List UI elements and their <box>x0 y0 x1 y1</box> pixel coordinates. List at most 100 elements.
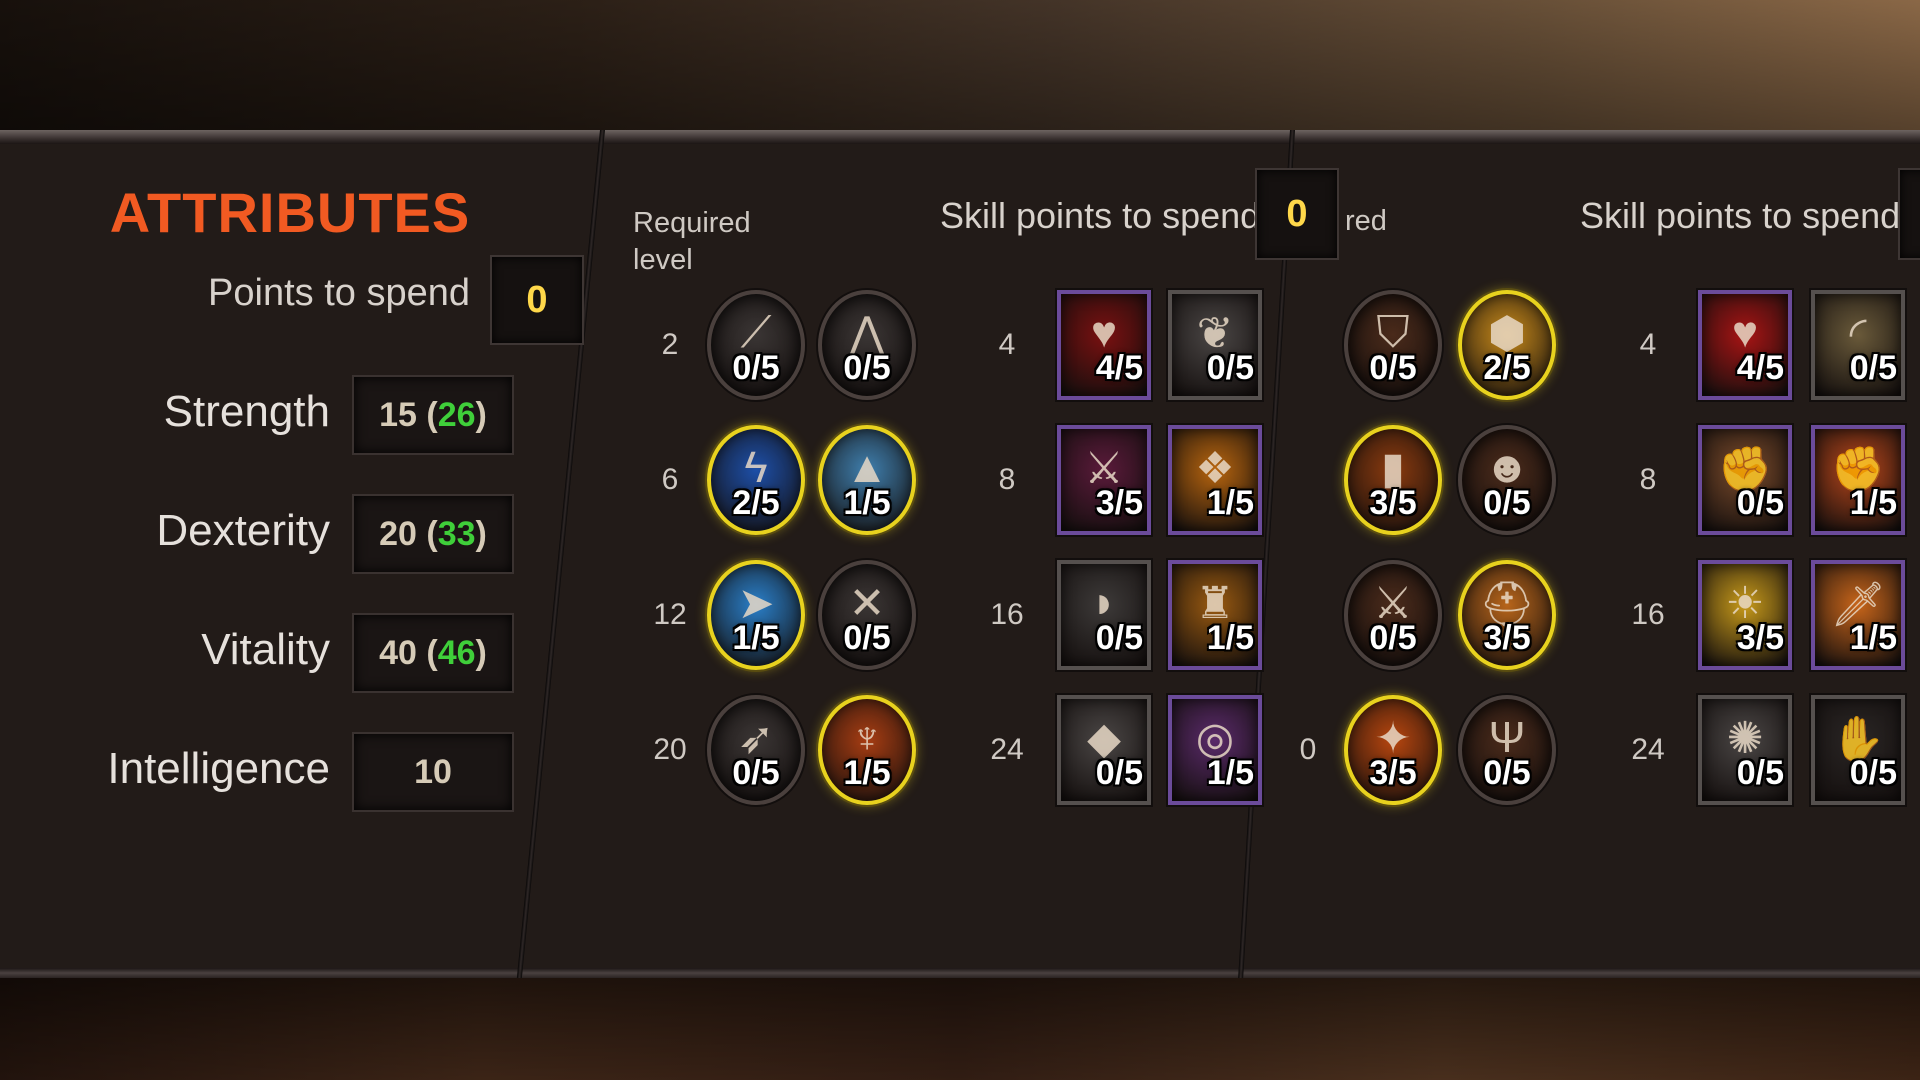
shield-skill-slot[interactable]: ⛉ 0/5 <box>1344 290 1442 400</box>
skill-rank: 2/5 <box>732 484 780 522</box>
attribute-row-dexterity[interactable]: Dexterity 20 (33) <box>40 494 514 574</box>
skill-rank: 1/5 <box>732 619 780 657</box>
paw-skill-slot[interactable]: ❖ 1/5 <box>1168 425 1262 535</box>
attribute-bonus: 46 <box>437 633 476 672</box>
skill-rank: 0/5 <box>843 619 891 657</box>
attribute-bonus: 33 <box>437 514 476 553</box>
attribute-name: Vitality <box>201 625 330 674</box>
skill-rank: 1/5 <box>1849 619 1897 657</box>
skill-rank: 3/5 <box>1483 619 1531 657</box>
dark-hand-skill-slot[interactable]: ✋ 0/5 <box>1811 695 1905 805</box>
skill-rank: 0/5 <box>1849 754 1897 792</box>
attribute-base: 20 <box>379 514 417 553</box>
beast-skill-slot[interactable]: ♜ 1/5 <box>1168 560 1262 670</box>
demon-skill-slot[interactable]: ♆ 1/5 <box>818 695 916 805</box>
crossed-claws-skill-slot[interactable]: ✕ 0/5 <box>818 560 916 670</box>
attribute-value-box: 10 <box>352 732 514 812</box>
slash-skill-slot[interactable]: ⟋ 0/5 <box>707 290 805 400</box>
attribute-row-intelligence[interactable]: Intelligence 10 <box>40 732 514 812</box>
points-to-spend-value: 0 <box>490 255 584 345</box>
attribute-bonus: 26 <box>437 395 476 434</box>
trident-skill-slot[interactable]: Ψ 0/5 <box>1458 695 1556 805</box>
skill-rank: 2/5 <box>1483 349 1531 387</box>
skill-rank: 0/5 <box>1369 349 1417 387</box>
mace-skill-slot[interactable]: ✺ 0/5 <box>1698 695 1792 805</box>
skill-rank: 0/5 <box>1483 754 1531 792</box>
attribute-base: 10 <box>414 752 452 791</box>
skill-rank: 1/5 <box>1206 754 1254 792</box>
crossed-swords-skill-slot[interactable]: ⚔ 0/5 <box>1344 560 1442 670</box>
required-level-label: Required level <box>633 205 773 279</box>
skill-rank: 1/5 <box>1206 484 1254 522</box>
skill-rank: 0/5 <box>1369 619 1417 657</box>
fist-skill-slot[interactable]: ✊ 0/5 <box>1698 425 1792 535</box>
warrior-face-skill-slot[interactable]: ☻ 0/5 <box>1458 425 1556 535</box>
attribute-row-strength[interactable]: Strength 15 (26) <box>40 375 514 455</box>
swipe-skill-slot[interactable]: ◜ 0/5 <box>1811 290 1905 400</box>
required-level-label-partial: red <box>1345 205 1387 237</box>
feather-skill-slot[interactable]: ❦ 0/5 <box>1168 290 1262 400</box>
required-level-text: Required level <box>633 207 751 276</box>
required-level-number: 12 <box>653 598 687 631</box>
dash-skill-slot[interactable]: ➤ 1/5 <box>707 560 805 670</box>
skill-rank: 0/5 <box>1483 484 1531 522</box>
skill-rank: 3/5 <box>1369 484 1417 522</box>
required-level-number: 8 <box>1639 463 1657 496</box>
skill-points-value-partial <box>1898 168 1920 260</box>
skill-rank: 0/5 <box>1095 754 1143 792</box>
attribute-value-box: 20 (33) <box>352 494 514 574</box>
heart-skill-slot[interactable]: ♥ 4/5 <box>1057 290 1151 400</box>
skill-rank: 0/5 <box>1095 619 1143 657</box>
radiant-shield-skill-slot[interactable]: ☀ 3/5 <box>1698 560 1792 670</box>
required-level-number: 8 <box>998 463 1016 496</box>
attribute-value-box: 40 (46) <box>352 613 514 693</box>
wolf-howl-skill-slot[interactable]: ▲ 1/5 <box>818 425 916 535</box>
armor-skill-slot[interactable]: ⬢ 2/5 <box>1458 290 1556 400</box>
skill-rank: 4/5 <box>1095 349 1143 387</box>
skill-rank: 1/5 <box>1206 619 1254 657</box>
attribute-base: 40 <box>379 633 417 672</box>
skill-rank: 0/5 <box>1206 349 1254 387</box>
skill-rank: 0/5 <box>1736 484 1784 522</box>
skill-rank: 3/5 <box>1736 619 1784 657</box>
points-to-spend-label: Points to spend <box>208 272 470 314</box>
attribute-base: 15 <box>379 395 417 434</box>
skill-points-label: Skill points to spend <box>940 195 1261 236</box>
skill-rank: 0/5 <box>732 754 780 792</box>
flaming-sword-skill-slot[interactable]: 🗡 1/5 <box>1811 560 1905 670</box>
required-level-number: 2 <box>661 328 679 361</box>
helmet-skill-slot[interactable]: ⛑ 3/5 <box>1458 560 1556 670</box>
required-level-number: 0 <box>1299 733 1317 766</box>
fire-pillar-skill-slot[interactable]: ▮ 3/5 <box>1344 425 1442 535</box>
punch-skill-slot[interactable]: ✊ 1/5 <box>1811 425 1905 535</box>
attributes-title: ATTRIBUTES <box>109 181 471 244</box>
teeth-skill-slot[interactable]: ⋀ 0/5 <box>818 290 916 400</box>
spike-skill-slot[interactable]: ◆ 0/5 <box>1057 695 1151 805</box>
required-level-number: 24 <box>990 733 1024 766</box>
required-level-number: 20 <box>653 733 687 766</box>
attribute-name: Strength <box>163 387 330 436</box>
required-level-number: 4 <box>1639 328 1657 361</box>
skill-rank: 0/5 <box>1849 349 1897 387</box>
skill-rank: 1/5 <box>843 754 891 792</box>
arrows-skill-slot[interactable]: ➶ 0/5 <box>707 695 805 805</box>
background-bottom <box>0 975 1920 1080</box>
skill-rank: 0/5 <box>1736 754 1784 792</box>
lightning-skill-slot[interactable]: ϟ 2/5 <box>707 425 805 535</box>
attribute-name: Dexterity <box>156 506 330 555</box>
target-skill-slot[interactable]: ◎ 1/5 <box>1168 695 1262 805</box>
required-level-number: 16 <box>1631 598 1665 631</box>
attribute-row-vitality[interactable]: Vitality 40 (46) <box>40 613 514 693</box>
skill-rank: 0/5 <box>732 349 780 387</box>
fire-axe-skill-slot[interactable]: ✦ 3/5 <box>1344 695 1442 805</box>
heart-skill-slot[interactable]: ♥ 4/5 <box>1698 290 1792 400</box>
horn-skill-slot[interactable]: ◗ 0/5 <box>1057 560 1151 670</box>
required-level-number: 4 <box>998 328 1016 361</box>
skill-rank: 4/5 <box>1736 349 1784 387</box>
attribute-value-box: 15 (26) <box>352 375 514 455</box>
skill-rank: 3/5 <box>1369 754 1417 792</box>
skill-points-value: 0 <box>1255 168 1339 260</box>
required-level-number: 16 <box>990 598 1024 631</box>
blade-skill-slot[interactable]: ⚔ 3/5 <box>1057 425 1151 535</box>
skill-rank: 0/5 <box>843 349 891 387</box>
